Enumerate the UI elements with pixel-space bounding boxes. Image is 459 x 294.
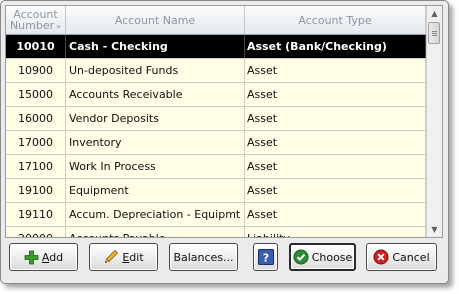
account-name-cell: Work In Process (66, 155, 245, 178)
add-button[interactable]: Add (9, 243, 78, 271)
account-type-cell: Asset (245, 203, 426, 226)
account-number-cell: 10900 (6, 59, 66, 82)
account-name-cell: Accounts Receivable (66, 83, 245, 106)
help-icon: ? (257, 249, 274, 265)
account-name-cell: Accounts Payable (66, 227, 245, 237)
help-button[interactable]: ? (253, 243, 278, 271)
vertical-scrollbar[interactable]: ▲ ▼ (426, 6, 442, 237)
table-row[interactable]: 19110 Accum. Depreciation - Equipmt Asse… (6, 203, 426, 227)
cancel-icon (373, 249, 389, 265)
account-number-cell: 19110 (6, 203, 66, 226)
account-name-cell: Vendor Deposits (66, 107, 245, 130)
choose-button-label: Choose (311, 250, 353, 264)
account-type-cell: Asset (245, 59, 426, 82)
sort-indicator-icon: » (56, 21, 62, 31)
svg-text:?: ? (262, 252, 268, 265)
grid-rows: 10010 Cash - Checking Asset (Bank/Checki… (6, 35, 426, 237)
accounts-grid: Account Number» Account Name Account Typ… (5, 5, 443, 238)
account-name-cell: Accum. Depreciation - Equipmt (66, 203, 245, 226)
table-row[interactable]: 10010 Cash - Checking Asset (Bank/Checki… (6, 35, 426, 59)
table-row[interactable]: 17100 Work In Process Asset (6, 155, 426, 179)
account-type-cell: Asset (245, 155, 426, 178)
account-type-cell: Asset (245, 131, 426, 154)
account-number-cell: 17000 (6, 131, 66, 154)
plus-icon (24, 250, 39, 265)
account-number-cell: 19100 (6, 179, 66, 202)
account-name-cell: Inventory (66, 131, 245, 154)
scroll-up-icon[interactable]: ▲ (427, 6, 442, 21)
account-number-cell: 17100 (6, 155, 66, 178)
scrollbar-thumb[interactable] (428, 22, 440, 44)
edit-button-label: Edit (122, 250, 144, 264)
account-name-cell: Un-deposited Funds (66, 59, 245, 82)
table-row[interactable]: 17000 Inventory Asset (6, 131, 426, 155)
account-name-cell: Equipment (66, 179, 245, 202)
account-name-cell: Cash - Checking (66, 35, 245, 58)
table-row[interactable]: 19100 Equipment Asset (6, 179, 426, 203)
column-header-number-line2: Number (9, 18, 55, 32)
account-number-cell: 15000 (6, 83, 66, 106)
account-type-cell: Liability (245, 227, 426, 237)
scroll-down-icon[interactable]: ▼ (427, 222, 442, 237)
account-number-cell: 16000 (6, 107, 66, 130)
balances-button[interactable]: Balances... (169, 243, 238, 271)
account-type-cell: Asset (245, 107, 426, 130)
pencil-icon (103, 249, 119, 265)
account-type-cell: Asset (Bank/Checking) (245, 35, 426, 58)
account-picker-window: Account Number» Account Name Account Typ… (0, 0, 449, 284)
table-row[interactable]: 20000 Accounts Payable Liability (6, 227, 426, 237)
grid-header: Account Number» Account Name Account Typ… (6, 6, 426, 35)
column-header-account-name[interactable]: Account Name (66, 6, 245, 34)
edit-button[interactable]: Edit (89, 243, 158, 271)
add-button-label: Add (41, 250, 64, 264)
cancel-button[interactable]: Cancel (366, 243, 437, 271)
table-row[interactable]: 16000 Vendor Deposits Asset (6, 107, 426, 131)
column-header-account-number[interactable]: Account Number» (6, 6, 66, 34)
account-number-cell: 20000 (6, 227, 66, 237)
button-bar: Add Edit Balances... ? Choose Cancel (1, 241, 448, 281)
checkmark-icon (293, 249, 309, 265)
choose-button[interactable]: Choose (289, 243, 356, 271)
table-row[interactable]: 10900 Un-deposited Funds Asset (6, 59, 426, 83)
cancel-button-label: Cancel (392, 250, 430, 264)
balances-button-label: Balances... (173, 250, 234, 264)
column-header-account-type[interactable]: Account Type (245, 6, 426, 34)
account-type-cell: Asset (245, 179, 426, 202)
table-row[interactable]: 15000 Accounts Receivable Asset (6, 83, 426, 107)
account-number-cell: 10010 (6, 35, 66, 58)
account-type-cell: Asset (245, 83, 426, 106)
